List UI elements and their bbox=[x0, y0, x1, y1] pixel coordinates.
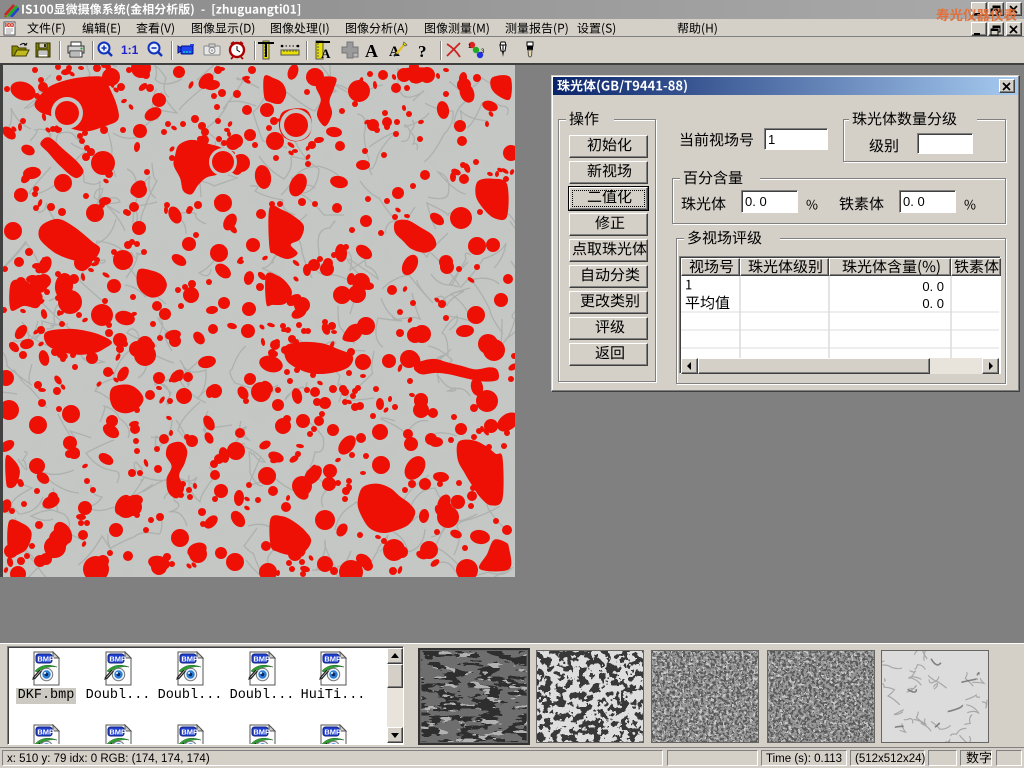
svg-text:BMP: BMP bbox=[37, 654, 54, 663]
svg-text:BMP: BMP bbox=[109, 654, 126, 663]
svg-text:BMP: BMP bbox=[253, 654, 270, 663]
svg-text:BMP: BMP bbox=[37, 727, 54, 736]
svg-text:DOC: DOC bbox=[6, 23, 17, 28]
svg-text:BMP: BMP bbox=[253, 727, 270, 736]
svg-text:3: 3 bbox=[481, 49, 485, 55]
svg-text:BMP: BMP bbox=[181, 727, 198, 736]
svg-text:A: A bbox=[321, 46, 331, 60]
svg-text:BMP: BMP bbox=[181, 654, 198, 663]
svg-text:A: A bbox=[365, 41, 378, 60]
svg-text:BMP: BMP bbox=[324, 727, 341, 736]
svg-text:1:1: 1:1 bbox=[121, 43, 139, 57]
svg-text:?: ? bbox=[418, 42, 427, 60]
svg-text:BMP: BMP bbox=[109, 727, 126, 736]
svg-text:BMP: BMP bbox=[324, 654, 341, 663]
